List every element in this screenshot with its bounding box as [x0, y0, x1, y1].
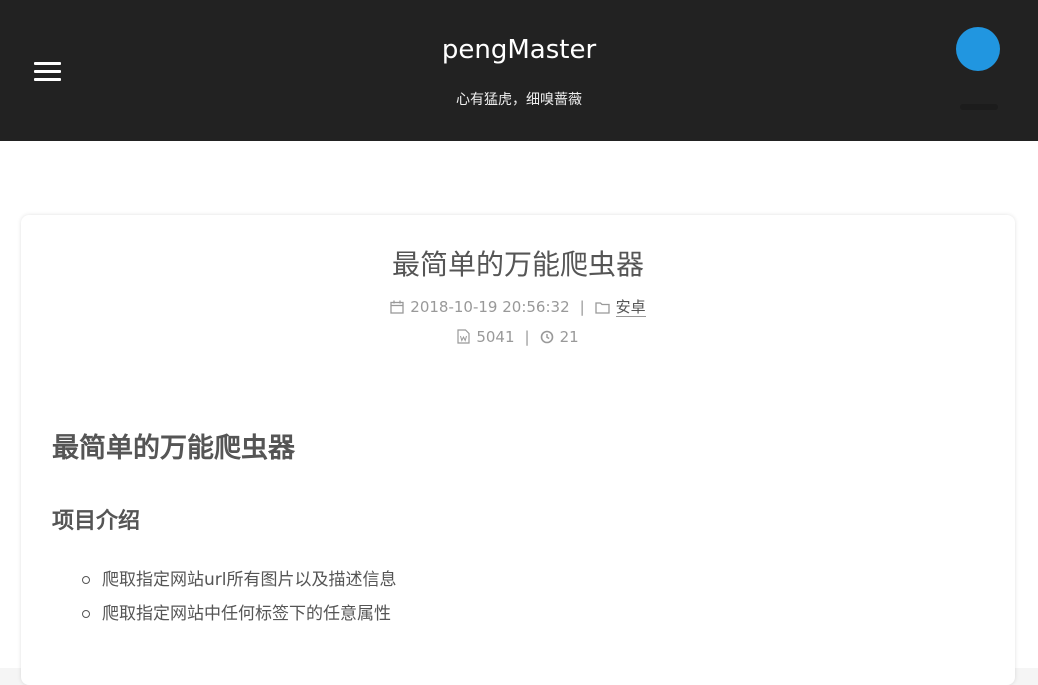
- site-title[interactable]: pengMaster: [0, 34, 1038, 66]
- list-item: 爬取指定网站url所有图片以及描述信息: [52, 563, 397, 597]
- site-subtitle: 心有猛虎，细嗅蔷薇: [456, 92, 582, 108]
- post-card: 最简单的万能爬虫器 2018-10-19 20:56:32 | 安卓 5041 |: [21, 215, 1015, 685]
- post-date: 2018-10-19 20:56:32: [410, 298, 570, 316]
- content-heading-1: 最简单的万能爬虫器: [52, 433, 295, 464]
- list-item-text: 爬取指定网站中任何标签下的任意属性: [102, 604, 391, 624]
- word-count-icon: [457, 329, 470, 349]
- list-item-text: 爬取指定网站url所有图片以及描述信息: [102, 570, 397, 590]
- bullet-icon: [82, 576, 90, 584]
- content-heading-2: 项目介绍: [52, 509, 141, 534]
- folder-icon: [595, 299, 610, 319]
- bullet-icon: [82, 610, 90, 618]
- avatar-shadow: [960, 104, 998, 110]
- meta-separator: |: [524, 328, 530, 346]
- content-list: 爬取指定网站url所有图片以及描述信息 爬取指定网站中任何标签下的任意属性: [52, 563, 397, 631]
- site-header: pengMaster 心有猛虎，细嗅蔷薇: [0, 0, 1038, 141]
- post-category-link[interactable]: 安卓: [615, 298, 646, 317]
- post-word-count: 5041: [476, 328, 515, 346]
- post-read-time: 21: [559, 328, 579, 346]
- meta-separator: |: [579, 298, 585, 316]
- clock-icon: [540, 329, 554, 349]
- avatar[interactable]: [956, 27, 1000, 71]
- post-meta-line-2: 5041 | 21: [21, 327, 1015, 349]
- list-item: 爬取指定网站中任何标签下的任意属性: [52, 597, 397, 631]
- post-meta-line-1: 2018-10-19 20:56:32 | 安卓: [21, 297, 1015, 319]
- calendar-icon: [390, 299, 404, 319]
- post-title: 最简单的万能爬虫器: [391, 248, 644, 281]
